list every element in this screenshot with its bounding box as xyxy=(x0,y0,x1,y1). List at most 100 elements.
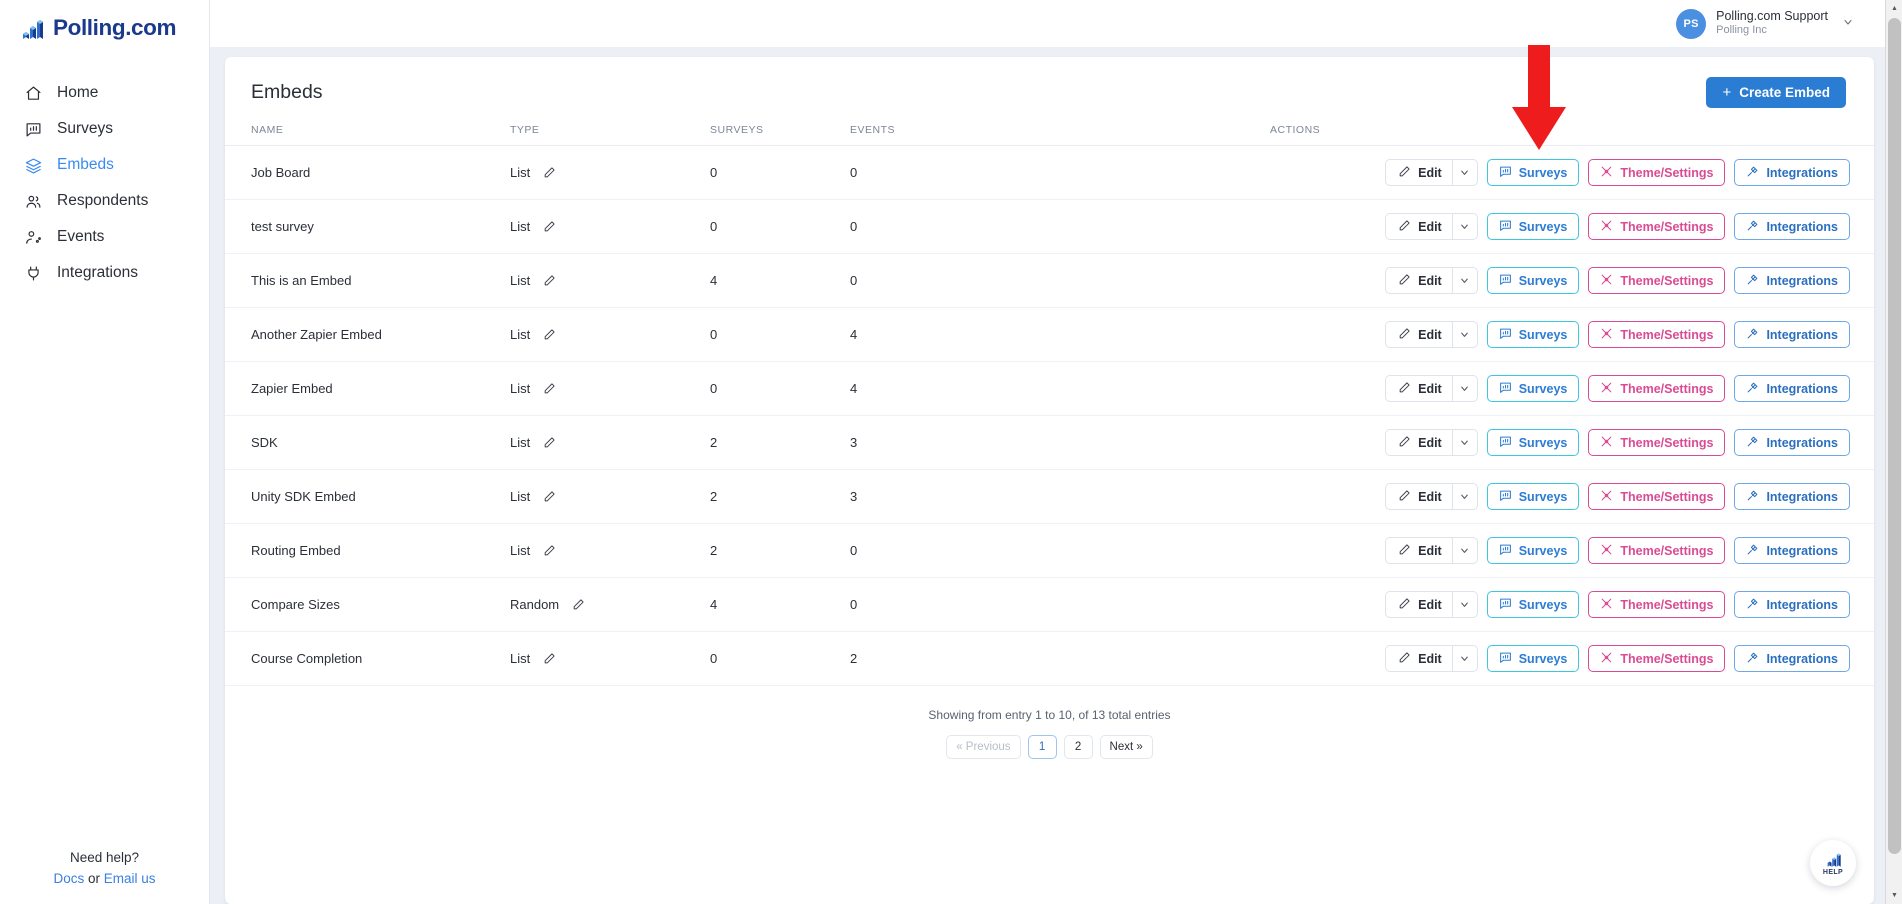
type-label: List xyxy=(510,543,531,558)
surveys-label: Surveys xyxy=(1518,273,1568,288)
theme-settings-button[interactable]: Theme/Settings xyxy=(1588,375,1726,402)
topbar: PS Polling.com Support Polling Inc xyxy=(210,0,1902,47)
edit-dropdown-toggle[interactable] xyxy=(1451,321,1478,348)
pagination-next-button[interactable]: Next » xyxy=(1099,735,1153,759)
sidebar-item-events[interactable]: Events xyxy=(0,219,209,255)
cell-actions: Edit Surveys Theme/Settings Integrations xyxy=(1270,361,1874,416)
surveys-button[interactable]: Surveys xyxy=(1486,483,1580,510)
user-menu[interactable]: PS Polling.com Support Polling Inc xyxy=(1676,8,1854,39)
integrations-button[interactable]: Integrations xyxy=(1734,159,1850,186)
pencil-icon[interactable] xyxy=(543,274,556,287)
edit-button[interactable]: Edit xyxy=(1385,159,1452,186)
pencil-icon[interactable] xyxy=(543,328,556,341)
edit-button[interactable]: Edit xyxy=(1385,591,1452,618)
edit-button[interactable]: Edit xyxy=(1385,375,1452,402)
surveys-button[interactable]: Surveys xyxy=(1486,429,1580,456)
plug-icon xyxy=(1746,327,1759,343)
edit-dropdown-toggle[interactable] xyxy=(1451,267,1478,294)
theme-settings-label: Theme/Settings xyxy=(1620,327,1714,342)
scrollbar-thumb[interactable] xyxy=(1888,18,1901,854)
surveys-button[interactable]: Surveys xyxy=(1486,591,1580,618)
integrations-button[interactable]: Integrations xyxy=(1734,375,1850,402)
edit-button[interactable]: Edit xyxy=(1385,213,1452,240)
cell-name: Compare Sizes xyxy=(225,577,510,632)
theme-settings-button[interactable]: Theme/Settings xyxy=(1588,321,1726,348)
sidebar-item-surveys[interactable]: Surveys xyxy=(0,111,209,147)
surveys-button[interactable]: Surveys xyxy=(1486,213,1580,240)
theme-settings-button[interactable]: Theme/Settings xyxy=(1588,213,1726,240)
pencil-icon[interactable] xyxy=(543,544,556,557)
surveys-button[interactable]: Surveys xyxy=(1486,321,1580,348)
theme-settings-button[interactable]: Theme/Settings xyxy=(1588,537,1726,564)
pencil-icon[interactable] xyxy=(543,220,556,233)
edit-dropdown-toggle[interactable] xyxy=(1451,483,1478,510)
pencil-icon[interactable] xyxy=(543,166,556,179)
theme-settings-button[interactable]: Theme/Settings xyxy=(1588,591,1726,618)
theme-settings-button[interactable]: Theme/Settings xyxy=(1588,159,1726,186)
edit-button[interactable]: Edit xyxy=(1385,537,1452,564)
edit-button[interactable]: Edit xyxy=(1385,267,1452,294)
bar-chart-logo-icon xyxy=(23,20,43,39)
surveys-button[interactable]: Surveys xyxy=(1486,159,1580,186)
edit-dropdown-toggle[interactable] xyxy=(1451,537,1478,564)
theme-settings-button[interactable]: Theme/Settings xyxy=(1588,483,1726,510)
pencil-icon[interactable] xyxy=(543,652,556,665)
page-scrollbar[interactable]: ▲ ▼ xyxy=(1885,0,1902,904)
edit-label: Edit xyxy=(1418,597,1442,612)
theme-settings-label: Theme/Settings xyxy=(1620,651,1714,666)
edit-button[interactable]: Edit xyxy=(1385,645,1452,672)
pagination-page-1-button[interactable]: 1 xyxy=(1027,735,1057,759)
type-label: List xyxy=(510,489,531,504)
edit-button[interactable]: Edit xyxy=(1385,429,1452,456)
edit-label: Edit xyxy=(1418,273,1442,288)
edit-dropdown-toggle[interactable] xyxy=(1451,429,1478,456)
integrations-button[interactable]: Integrations xyxy=(1734,213,1850,240)
integrations-button[interactable]: Integrations xyxy=(1734,429,1850,456)
email-us-link[interactable]: Email us xyxy=(104,871,156,886)
palette-icon xyxy=(1600,651,1613,667)
edit-button[interactable]: Edit xyxy=(1385,483,1452,510)
help-widget-button[interactable]: HELP xyxy=(1810,840,1856,886)
users-icon xyxy=(25,193,42,210)
type-label: List xyxy=(510,651,531,666)
edit-dropdown-toggle[interactable] xyxy=(1451,159,1478,186)
sidebar-item-integrations[interactable]: Integrations xyxy=(0,255,209,291)
main-area: PS Polling.com Support Polling Inc Embed… xyxy=(210,0,1902,904)
avatar: PS xyxy=(1676,8,1707,39)
theme-settings-button[interactable]: Theme/Settings xyxy=(1588,267,1726,294)
chevron-down-icon[interactable] xyxy=(1842,16,1854,31)
integrations-button[interactable]: Integrations xyxy=(1734,321,1850,348)
edit-button[interactable]: Edit xyxy=(1385,321,1452,348)
surveys-button[interactable]: Surveys xyxy=(1486,267,1580,294)
edit-dropdown-toggle[interactable] xyxy=(1451,213,1478,240)
surveys-button[interactable]: Surveys xyxy=(1486,375,1580,402)
sidebar-item-home[interactable]: Home xyxy=(0,75,209,111)
docs-link[interactable]: Docs xyxy=(53,871,84,886)
surveys-button[interactable]: Surveys xyxy=(1486,537,1580,564)
edit-dropdown-toggle[interactable] xyxy=(1451,591,1478,618)
pencil-icon[interactable] xyxy=(543,490,556,503)
pagination-previous-button[interactable]: « Previous xyxy=(946,735,1021,759)
scroll-down-arrow-icon[interactable]: ▼ xyxy=(1886,887,1902,904)
pencil-icon[interactable] xyxy=(572,598,585,611)
surveys-button[interactable]: Surveys xyxy=(1486,645,1580,672)
integrations-button[interactable]: Integrations xyxy=(1734,267,1850,294)
brand-logo[interactable]: Polling.com xyxy=(0,0,209,56)
integrations-button[interactable]: Integrations xyxy=(1734,483,1850,510)
theme-settings-button[interactable]: Theme/Settings xyxy=(1588,429,1726,456)
integrations-button[interactable]: Integrations xyxy=(1734,537,1850,564)
sidebar-item-embeds[interactable]: Embeds xyxy=(0,147,209,183)
scroll-up-arrow-icon[interactable]: ▲ xyxy=(1886,0,1902,17)
sidebar-item-respondents[interactable]: Respondents xyxy=(0,183,209,219)
pencil-icon[interactable] xyxy=(543,436,556,449)
theme-settings-button[interactable]: Theme/Settings xyxy=(1588,645,1726,672)
integrations-button[interactable]: Integrations xyxy=(1734,591,1850,618)
cell-events: 0 xyxy=(850,199,1270,254)
edit-dropdown-toggle[interactable] xyxy=(1451,375,1478,402)
integrations-button[interactable]: Integrations xyxy=(1734,645,1850,672)
edit-dropdown-toggle[interactable] xyxy=(1451,645,1478,672)
create-embed-button[interactable]: + Create Embed xyxy=(1706,77,1846,108)
pagination-page-2-button[interactable]: 2 xyxy=(1063,735,1093,759)
cell-surveys: 0 xyxy=(710,199,850,254)
pencil-icon[interactable] xyxy=(543,382,556,395)
